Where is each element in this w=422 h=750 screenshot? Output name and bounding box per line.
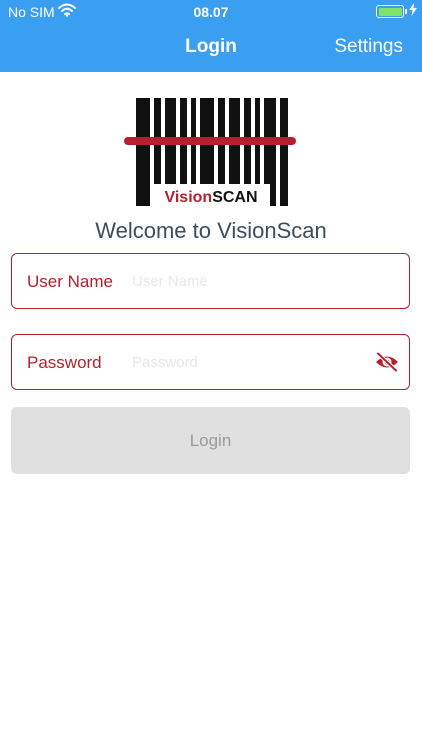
status-bar: No SIM 08.07 bbox=[0, 0, 422, 24]
username-input[interactable] bbox=[132, 254, 362, 308]
visionscan-logo: VisionSCAN bbox=[124, 98, 296, 206]
eye-slash-icon[interactable] bbox=[375, 351, 399, 377]
username-label: User Name bbox=[27, 272, 113, 291]
logo-text-scan: SCAN bbox=[212, 189, 257, 206]
logo-text-vision: Vision bbox=[164, 189, 212, 206]
svg-text:VisionSCAN: VisionSCAN bbox=[164, 189, 257, 206]
battery-icon bbox=[376, 5, 407, 18]
charging-bolt-icon bbox=[409, 3, 417, 21]
password-label: Password bbox=[27, 353, 102, 372]
welcome-text: Welcome to VisionScan bbox=[95, 218, 327, 243]
battery-fill bbox=[378, 7, 402, 16]
password-input[interactable] bbox=[132, 335, 362, 389]
login-button[interactable]: Login bbox=[11, 407, 410, 474]
username-field[interactable]: User Name bbox=[11, 253, 410, 309]
status-time: 08.07 bbox=[193, 4, 229, 20]
settings-button[interactable]: Settings bbox=[334, 36, 403, 58]
top-bar: No SIM 08.07 Login Settings bbox=[0, 0, 422, 72]
password-field[interactable]: Password bbox=[11, 334, 410, 390]
battery-nub bbox=[405, 9, 407, 14]
